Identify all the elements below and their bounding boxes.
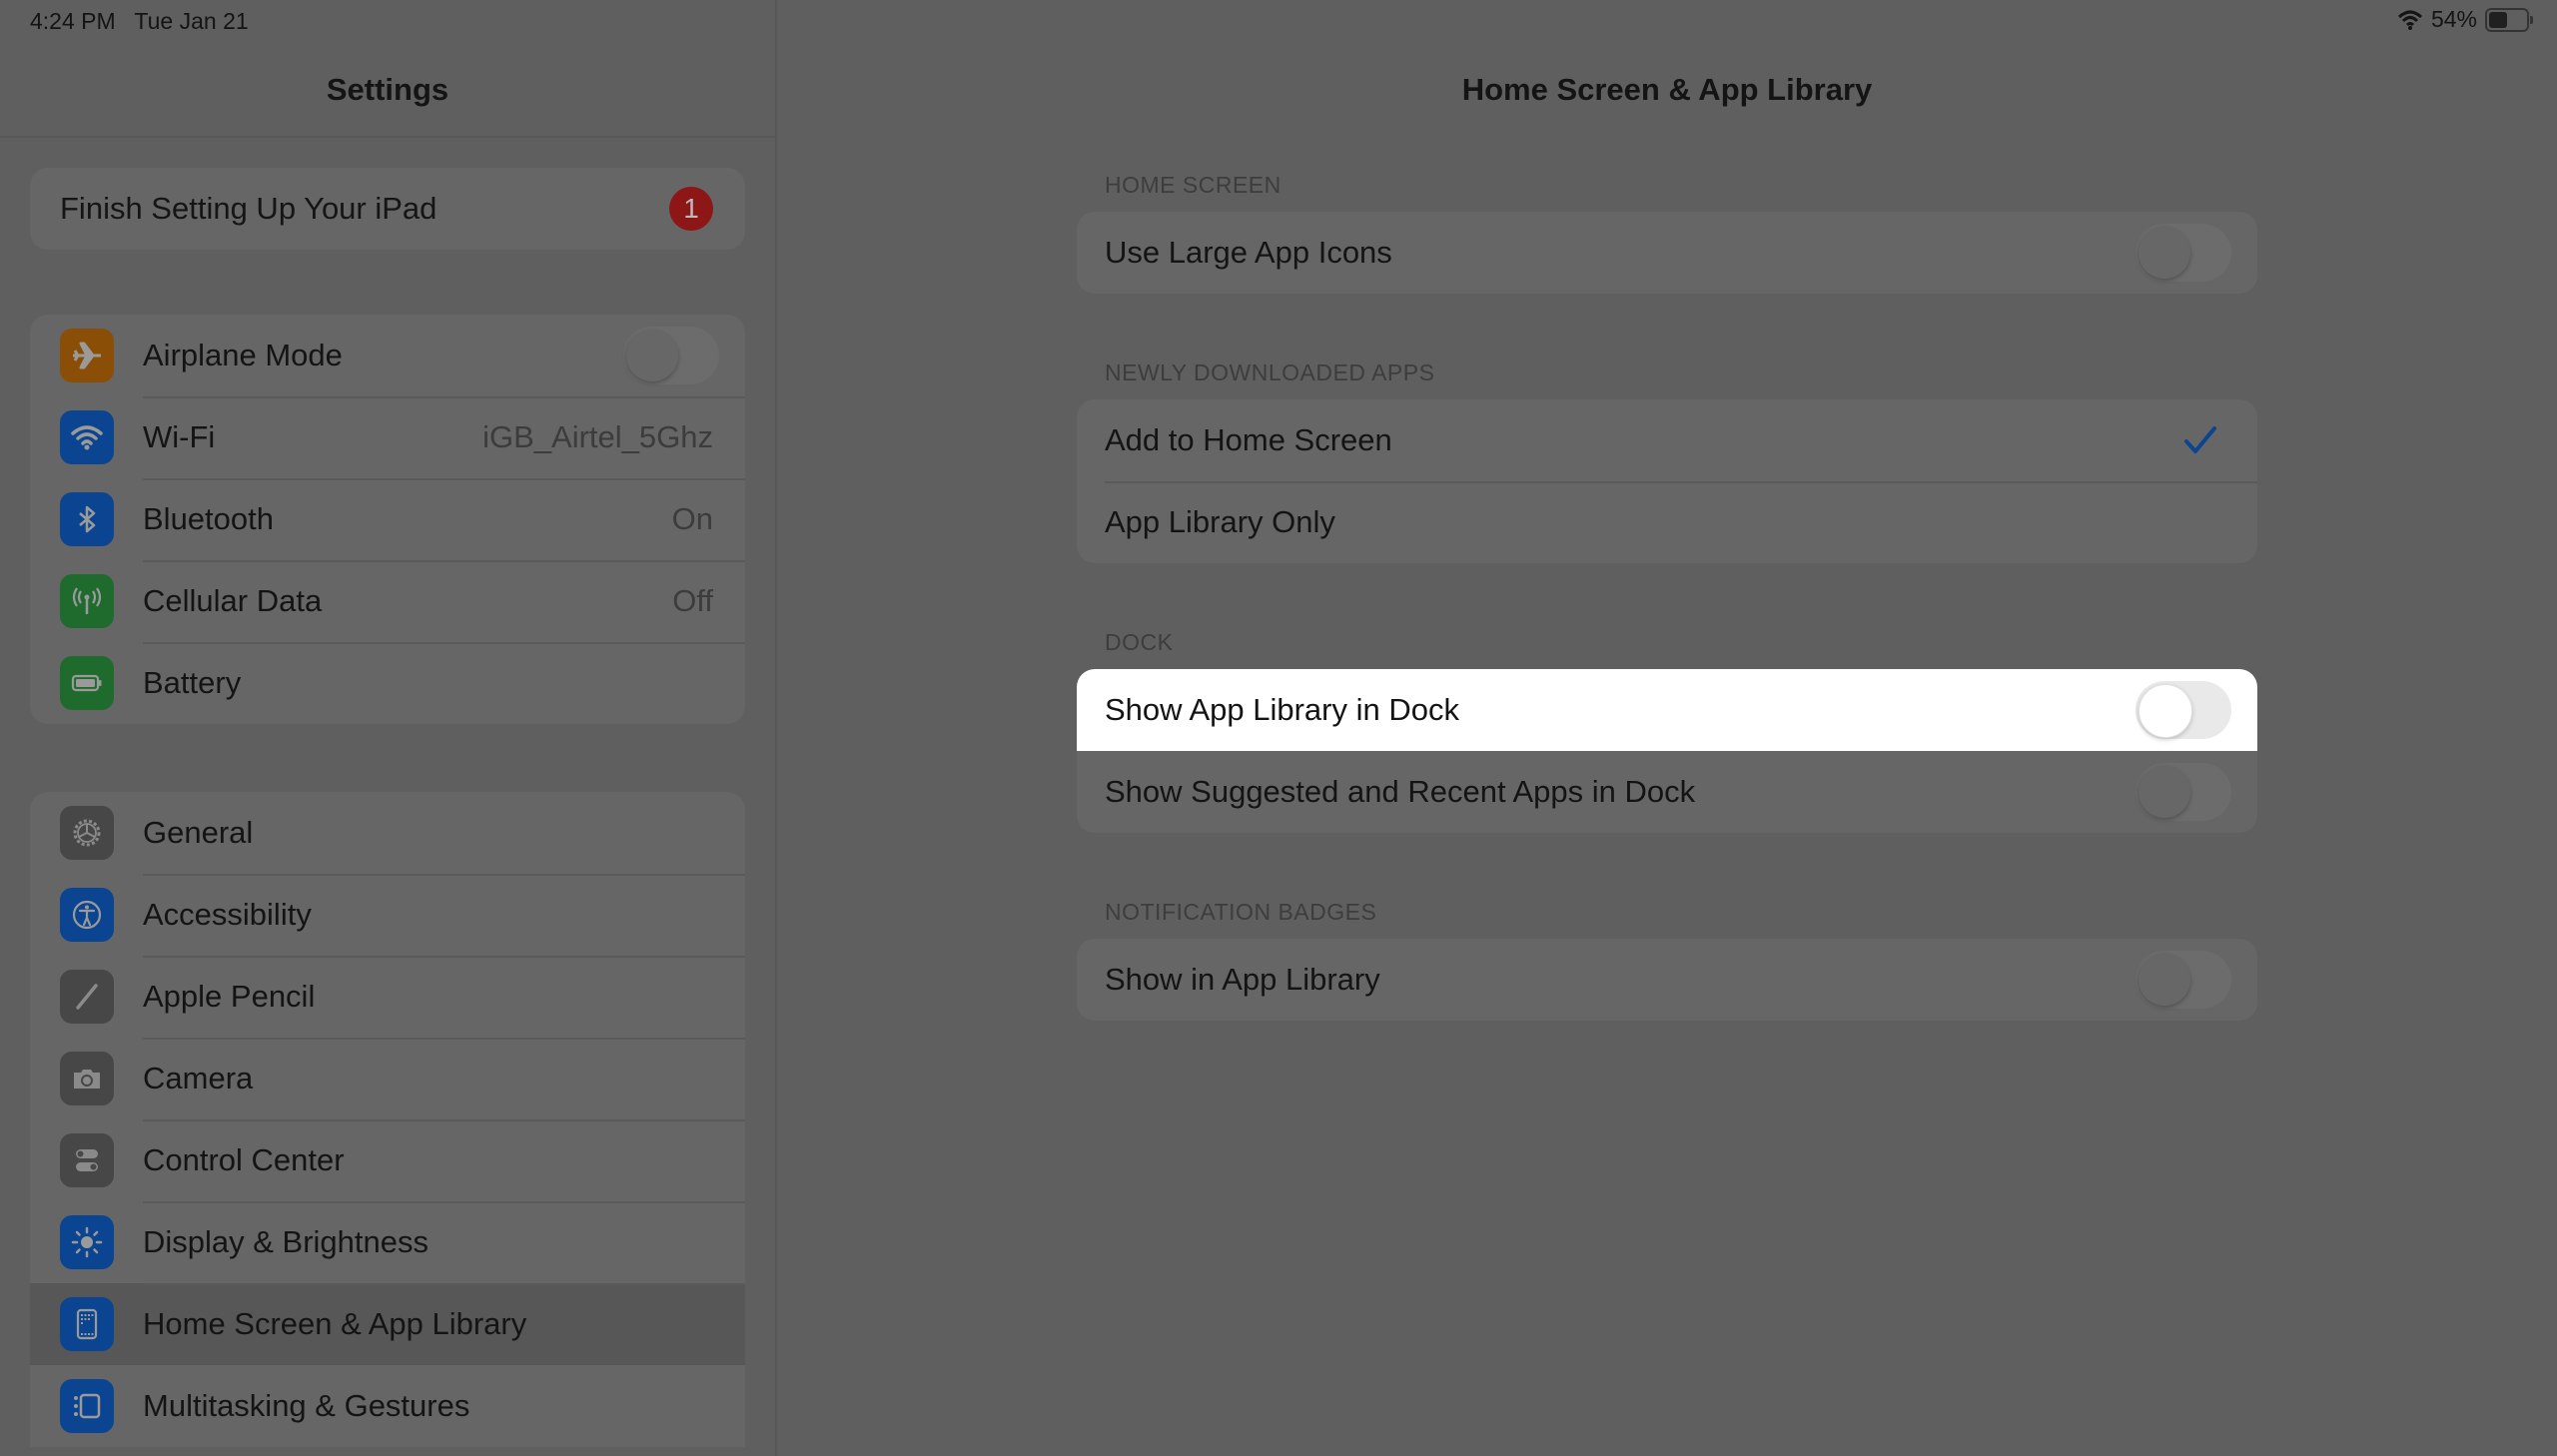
notification-badge: 1 [669,187,713,231]
bluetooth-status-value: On [671,501,713,536]
section-header-dock: DOCK [1105,629,1174,655]
gear-icon [60,806,114,860]
bluetooth-icon [60,492,114,546]
sidebar-item-cellular-data[interactable]: Cellular Data Off [30,560,745,642]
section-header-newly-downloaded: NEWLY DOWNLOADED APPS [1105,360,1435,385]
battery-percent: 54% [2430,6,2477,32]
sidebar-item-control-center[interactable]: Control Center [30,1119,745,1201]
sidebar-item-label: Bluetooth [143,501,274,536]
toggle-knob [2138,684,2192,738]
sidebar-item-label: Home Screen & App Library [143,1306,527,1341]
sidebar-item-airplane-mode[interactable]: Airplane Mode [30,315,745,396]
section-header-notification-badges: NOTIFICATION BADGES [1105,899,1377,925]
pencil-icon [60,970,114,1024]
show-app-library-in-dock-toggle[interactable] [2135,681,2231,739]
row-label: Show in App Library [1105,962,1380,997]
sidebar-item-bluetooth[interactable]: Bluetooth On [30,478,745,560]
sidebar-item-label: Display & Brightness [143,1224,429,1259]
show-in-app-library-row[interactable]: Show in App Library [1077,939,2257,1021]
row-label: Add to Home Screen [1105,422,1392,457]
finish-setup-label: Finish Setting Up Your iPad [60,191,437,226]
show-in-app-library-toggle[interactable] [2135,951,2231,1009]
dock-group: Show App Library in Dock Show Suggested … [1077,669,2257,833]
add-to-home-screen-row[interactable]: Add to Home Screen [1077,399,2257,481]
sidebar-item-label: General [143,815,254,850]
row-label: App Library Only [1105,504,1335,539]
sidebar-item-label: Camera [143,1061,254,1095]
airplane-mode-toggle[interactable] [623,327,719,384]
home-screen-icon [60,1297,114,1351]
use-large-app-icons-row[interactable]: Use Large App Icons [1077,212,2257,294]
sun-icon [60,1215,114,1269]
home-screen-group: Use Large App Icons [1077,212,2257,294]
app-library-only-row[interactable]: App Library Only [1077,481,2257,563]
show-app-library-in-dock-row[interactable]: Show App Library in Dock [1077,669,2257,751]
header-divider [0,136,775,138]
toggle-knob [626,330,678,381]
row-label: Show App Library in Dock [1105,692,1459,727]
antenna-icon [60,574,114,628]
section-header-home-screen: HOME SCREEN [1105,172,1281,198]
wifi-network-value: iGB_Airtel_5Ghz [482,419,713,454]
toggle-knob [2138,954,2190,1006]
wifi-status-icon [2397,10,2422,30]
sidebar-group-connectivity: Airplane Mode Wi-Fi iGB_Airtel_5Ghz Blue… [30,315,745,724]
sidebar-item-display-brightness[interactable]: Display & Brightness [30,1201,745,1283]
multitasking-icon [60,1379,114,1433]
show-suggested-recent-apps-row[interactable]: Show Suggested and Recent Apps in Dock [1077,751,2257,833]
sidebar-item-apple-pencil[interactable]: Apple Pencil [30,956,745,1038]
sidebar-item-multitasking-gestures[interactable]: Multitasking & Gestures [30,1365,745,1447]
page-title: Home Screen & App Library [1461,72,1873,107]
switches-icon [60,1133,114,1187]
newly-downloaded-group: Add to Home Screen App Library Only [1077,399,2257,563]
sidebar-item-label: Airplane Mode [143,338,343,372]
airplane-icon [60,329,114,382]
sidebar-item-label: Multitasking & Gestures [143,1388,470,1423]
use-large-app-icons-toggle[interactable] [2135,224,2231,282]
row-label: Show Suggested and Recent Apps in Dock [1105,774,1696,809]
row-label: Use Large App Icons [1105,235,1392,270]
sidebar-item-battery[interactable]: Battery [30,642,745,724]
sidebar-group-system: General Accessibility Apple Pencil Camer… [30,792,745,1447]
checkmark-icon [2184,426,2216,453]
sidebar-item-label: Cellular Data [143,583,323,618]
sidebar-item-label: Accessibility [143,897,312,932]
wifi-icon [60,410,114,464]
notification-badges-group: Show in App Library [1077,939,2257,1021]
finish-setup-row[interactable]: Finish Setting Up Your iPad 1 [30,168,745,250]
toggle-knob [2138,227,2190,279]
battery-icon [60,656,114,710]
sidebar-item-accessibility[interactable]: Accessibility [30,874,745,956]
camera-icon [60,1052,114,1105]
battery-status-icon [2485,7,2533,32]
status-bar-indicators: 54% [2397,6,2533,33]
toggle-knob [2138,766,2190,818]
sidebar-item-wifi[interactable]: Wi-Fi iGB_Airtel_5Ghz [30,396,745,478]
sidebar-title: Settings [326,72,449,107]
sidebar-item-camera[interactable]: Camera [30,1038,745,1119]
cellular-status-value: Off [672,583,713,618]
sidebar-item-label: Apple Pencil [143,979,316,1014]
accessibility-icon [60,888,114,942]
sidebar-item-label: Wi-Fi [143,419,216,454]
sidebar-item-label: Battery [143,665,242,700]
sidebar-item-label: Control Center [143,1142,345,1177]
show-suggested-recent-apps-toggle[interactable] [2135,763,2231,821]
sidebar-item-general[interactable]: General [30,792,745,874]
sidebar-item-home-screen-app-library[interactable]: Home Screen & App Library [30,1283,745,1365]
